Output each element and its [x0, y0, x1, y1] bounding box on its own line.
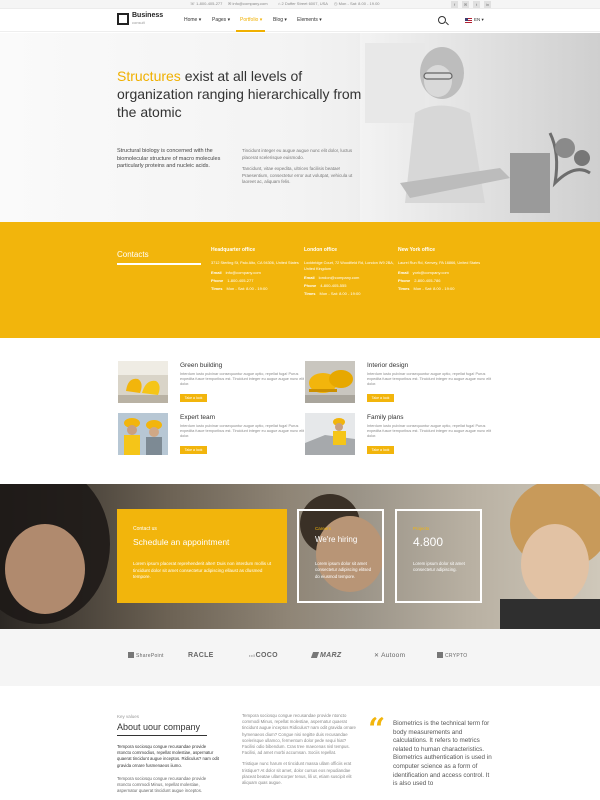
- top-bar: ☏ 1-800-405-277 ✉ info@company.com ⌂ 2 D…: [0, 0, 600, 9]
- logo-title[interactable]: Business: [132, 12, 163, 19]
- hero-lead-text: Structural biology is concerned with the…: [117, 148, 221, 169]
- brand-coco[interactable]: •ılCOCO: [249, 652, 278, 659]
- language-selector[interactable]: EN ▾: [474, 17, 484, 23]
- take-a-look-button[interactable]: Take a look: [367, 394, 394, 402]
- contacts-section: Contacts Headquarter office 3712 Sterlin…: [0, 222, 600, 338]
- about-divider: [117, 735, 207, 736]
- site-header: Business consult Home ▾ Pages ▾ Portfoli…: [0, 9, 600, 32]
- about-kicker: Key values: [117, 714, 140, 719]
- office-london: London office Lockbridge Court, 72 Woodf…: [304, 247, 394, 296]
- service-expert-team: Expert team Interdum iusto pulvinar cons…: [118, 413, 308, 463]
- quote-icon: “: [368, 712, 386, 747]
- brand-autoom[interactable]: ✕ Autoom: [374, 652, 405, 659]
- nav-blog[interactable]: Blog ▾: [273, 17, 287, 23]
- logo-subtitle: consult: [132, 20, 145, 25]
- brand-racle[interactable]: RACLE: [188, 652, 214, 659]
- hours-info: ◷ Mon - Sat: 8.00 - 19.00: [334, 1, 380, 6]
- partner-logos: SharePoint RACLE •ılCOCO MARZ ✕ Autoom C…: [0, 629, 600, 686]
- twitter-icon[interactable]: t: [473, 1, 480, 8]
- nav-active-indicator: [236, 30, 265, 32]
- marz-icon: [310, 652, 320, 658]
- hardhats-photo: [305, 361, 355, 403]
- office-new-york: New York office Laurel Run Rd, Kenvey, P…: [398, 247, 481, 291]
- office-email[interactable]: york@company.com: [413, 270, 449, 275]
- hero-title: Structures exist at all levels of organi…: [117, 68, 362, 120]
- team-photo: [118, 413, 168, 455]
- take-a-look-button[interactable]: Take a look: [367, 446, 394, 454]
- facebook-icon[interactable]: f: [451, 1, 458, 8]
- service-green-building: Green building Interdum iusto pulvinar c…: [118, 361, 308, 411]
- office-headquarter: Headquarter office 3712 Sterling St, Pal…: [211, 247, 299, 291]
- phone-info: ☏ 1-800-405-277: [190, 1, 223, 6]
- logo-icon[interactable]: [117, 13, 129, 25]
- crypto-icon: [437, 652, 443, 658]
- address-info: ⌂ 2 Duffer Street 6007, USA: [278, 1, 328, 6]
- take-a-look-button[interactable]: Take a look: [180, 394, 207, 402]
- nav-home[interactable]: Home ▾: [184, 17, 201, 23]
- us-flag-icon[interactable]: [465, 18, 472, 23]
- office-email[interactable]: london@company.com: [319, 275, 360, 280]
- projects-card[interactable]: Projects 4.800 Lorem ipsum dolor sit ame…: [395, 509, 482, 603]
- nav-elements[interactable]: Elements ▾: [297, 17, 322, 23]
- about-column-1: Tempora sociosqu congue recusandae provi…: [117, 744, 219, 794]
- appointment-card[interactable]: Contact us Schedule an appointment Lorem…: [117, 509, 287, 603]
- careers-card[interactable]: Careers We're hiring Lorem ipsum dolor s…: [297, 509, 384, 603]
- worker-photo: [305, 413, 355, 455]
- nav-pages[interactable]: Pages ▾: [212, 17, 230, 23]
- service-interior-design: Interior design Interdum iusto pulvinar …: [305, 361, 495, 411]
- nav-portfolio[interactable]: Portfolio ▾: [240, 17, 262, 23]
- service-family-plans: Family plans Interdum iusto pulvinar con…: [305, 413, 495, 463]
- sharepoint-icon: [128, 652, 134, 658]
- about-column-2: Tempora sociosqu congue recusandae provi…: [242, 713, 356, 786]
- search-icon[interactable]: [438, 16, 446, 24]
- hero-body-text: Tincidunt integer eu augue augue nunc el…: [242, 148, 353, 184]
- hero-section: Structures exist at all levels of organi…: [0, 33, 600, 222]
- about-quote-text: Biometrics is the technical term for bod…: [393, 720, 492, 788]
- linkedin-icon[interactable]: in: [484, 1, 491, 8]
- chairs-photo: [118, 361, 168, 403]
- about-section: Key values About uour company Tempora so…: [0, 686, 600, 800]
- contacts-divider: [117, 263, 201, 265]
- brand-marz[interactable]: MARZ: [310, 652, 341, 659]
- office-email[interactable]: info@company.com: [226, 270, 261, 275]
- about-title: About uour company: [117, 722, 201, 732]
- hero-woman-photo: [360, 33, 600, 222]
- brand-crypto[interactable]: CRYPTO: [437, 652, 467, 659]
- people-banner: Contact us Schedule an appointment Lorem…: [0, 484, 600, 629]
- take-a-look-button[interactable]: Take a look: [180, 446, 207, 454]
- email-info[interactable]: ✉ info@company.com: [228, 1, 268, 6]
- mail-icon[interactable]: ✉: [462, 1, 469, 8]
- contacts-title: Contacts: [117, 250, 149, 259]
- brand-sharepoint[interactable]: SharePoint: [128, 652, 164, 659]
